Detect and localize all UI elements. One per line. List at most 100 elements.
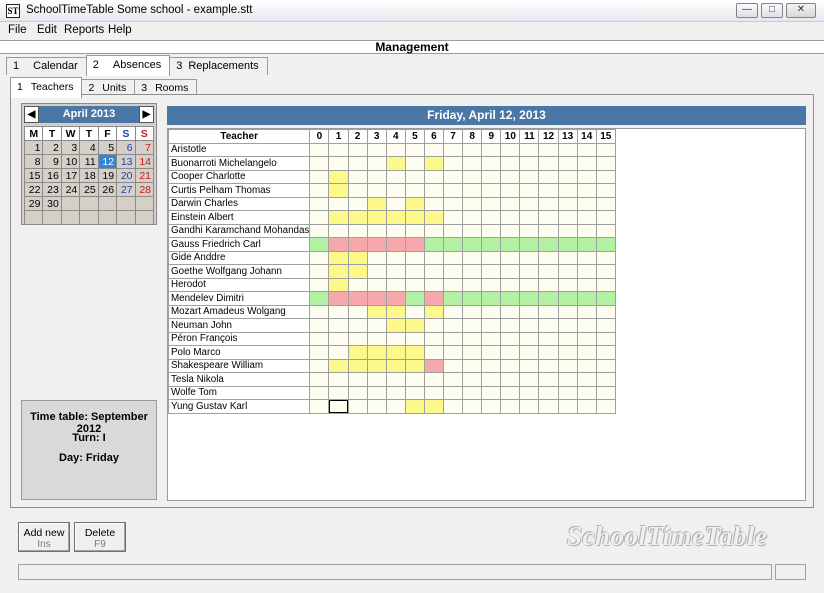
period-cell[interactable] (462, 250, 483, 265)
period-cell[interactable] (595, 169, 616, 184)
period-cell[interactable] (442, 196, 464, 211)
period-cell[interactable] (519, 196, 540, 211)
period-cell[interactable] (328, 358, 349, 373)
period-cell[interactable] (500, 385, 521, 400)
period-cell[interactable] (328, 183, 349, 198)
period-cell[interactable] (366, 196, 387, 211)
period-cell[interactable] (404, 142, 425, 157)
period-cell[interactable] (538, 156, 559, 171)
period-cell[interactable] (576, 183, 597, 198)
period-cell[interactable] (423, 291, 445, 306)
period-cell[interactable] (595, 304, 616, 319)
period-cell[interactable] (519, 304, 540, 319)
teacher-row[interactable]: Tesla Nikola (167, 372, 616, 387)
period-cell[interactable] (328, 318, 349, 333)
menu-file[interactable]: File (8, 24, 27, 36)
period-cell[interactable] (423, 385, 445, 400)
period-cell[interactable] (385, 142, 406, 157)
period-cell[interactable] (481, 237, 502, 252)
period-cell[interactable] (481, 277, 502, 292)
period-cell[interactable] (328, 385, 349, 400)
period-cell[interactable] (538, 183, 559, 198)
calendar-day[interactable]: 5 (97, 140, 118, 155)
period-cell[interactable] (576, 237, 597, 252)
teacher-name[interactable]: Péron François (167, 331, 311, 346)
period-cell[interactable] (462, 196, 483, 211)
period-cell[interactable] (538, 277, 559, 292)
period-cell[interactable] (481, 250, 502, 265)
period-cell[interactable] (442, 304, 464, 319)
period-cell[interactable] (500, 142, 521, 157)
period-cell[interactable] (309, 345, 330, 360)
calendar-day[interactable]: 17 (60, 168, 81, 183)
period-cell[interactable] (347, 358, 368, 373)
period-cell[interactable] (557, 385, 578, 400)
period-cell[interactable] (557, 358, 578, 373)
period-cell[interactable] (538, 385, 559, 400)
teacher-name[interactable]: Darwin Charles (167, 196, 311, 211)
period-cell[interactable] (385, 156, 406, 171)
period-cell[interactable] (385, 196, 406, 211)
period-cell[interactable] (442, 183, 464, 198)
period-cell[interactable] (500, 196, 521, 211)
period-cell[interactable] (462, 183, 483, 198)
period-cell[interactable] (442, 264, 464, 279)
teacher-row[interactable]: Curtis Pelham Thomas (167, 183, 616, 198)
period-cell[interactable] (366, 156, 387, 171)
period-cell[interactable] (462, 399, 483, 414)
period-cell[interactable] (442, 169, 464, 184)
period-cell[interactable] (347, 223, 368, 238)
period-cell[interactable] (309, 156, 330, 171)
period-cell[interactable] (538, 250, 559, 265)
tab-absences[interactable]: 2 Absences (85, 55, 171, 76)
period-cell[interactable] (385, 250, 406, 265)
period-cell[interactable] (519, 156, 540, 171)
teacher-row[interactable]: Gauss Friedrich Carl (167, 237, 616, 252)
period-cell[interactable] (538, 169, 559, 184)
period-cell[interactable] (595, 291, 616, 306)
period-cell[interactable] (595, 399, 616, 414)
period-cell[interactable] (404, 304, 425, 319)
period-cell[interactable] (328, 156, 349, 171)
period-cell[interactable] (538, 237, 559, 252)
period-cell[interactable] (309, 277, 330, 292)
period-cell[interactable] (576, 196, 597, 211)
period-cell[interactable] (309, 304, 330, 319)
period-cell[interactable] (500, 372, 521, 387)
period-cell[interactable] (557, 196, 578, 211)
period-cell[interactable] (500, 399, 521, 414)
calendar-day[interactable]: 22 (23, 182, 44, 197)
period-cell[interactable] (576, 304, 597, 319)
teacher-row[interactable]: Shakespeare William (167, 358, 616, 373)
period-cell[interactable] (423, 318, 445, 333)
period-cell[interactable] (481, 331, 502, 346)
period-cell[interactable] (538, 291, 559, 306)
calendar-day[interactable]: 20 (116, 168, 136, 183)
period-cell[interactable] (500, 237, 521, 252)
calendar-day[interactable]: 6 (116, 140, 136, 155)
period-cell[interactable] (423, 210, 445, 225)
period-cell[interactable] (347, 250, 368, 265)
period-cell[interactable] (328, 237, 349, 252)
period-cell[interactable] (328, 169, 349, 184)
teacher-name[interactable]: Polo Marco (167, 345, 311, 360)
period-cell[interactable] (576, 372, 597, 387)
period-cell[interactable] (309, 385, 330, 400)
period-cell[interactable] (328, 345, 349, 360)
period-cell[interactable] (309, 196, 330, 211)
period-cell[interactable] (347, 169, 368, 184)
period-cell[interactable] (576, 210, 597, 225)
period-cell[interactable] (442, 277, 464, 292)
period-cell[interactable] (328, 304, 349, 319)
period-cell[interactable] (595, 264, 616, 279)
period-cell[interactable] (595, 372, 616, 387)
period-cell[interactable] (385, 277, 406, 292)
period-cell[interactable] (366, 304, 387, 319)
period-cell[interactable] (385, 210, 406, 225)
period-cell[interactable] (366, 399, 387, 414)
period-cell[interactable] (309, 223, 330, 238)
calendar-day[interactable]: 1 (23, 140, 44, 155)
period-cell[interactable] (557, 156, 578, 171)
period-cell[interactable] (328, 399, 349, 414)
period-cell[interactable] (595, 277, 616, 292)
